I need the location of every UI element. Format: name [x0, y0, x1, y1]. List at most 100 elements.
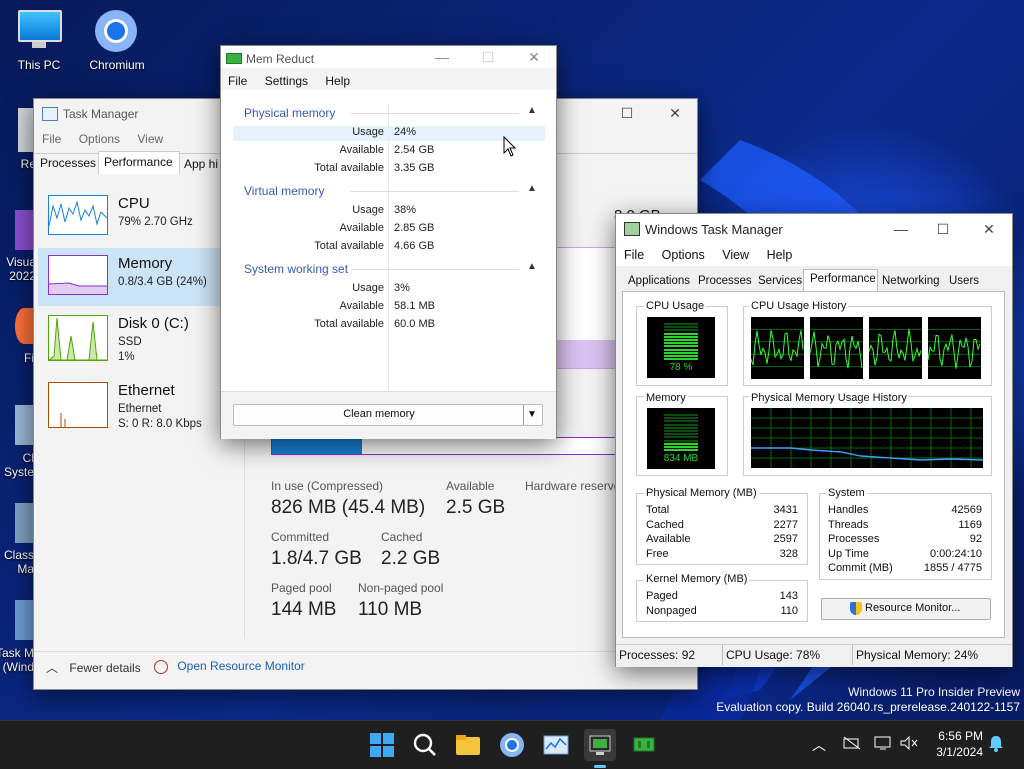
- search-icon[interactable]: [409, 729, 441, 761]
- menu-options[interactable]: Options: [79, 132, 120, 146]
- firefox-icon[interactable]: [15, 308, 33, 344]
- dropdown-arrow-icon[interactable]: ▼: [523, 405, 540, 425]
- meter-led: [664, 326, 698, 329]
- clean-memory-button[interactable]: Clean memory ▼: [233, 404, 543, 426]
- collapse-chevron-icon[interactable]: ▲: [527, 183, 537, 194]
- status-cpu: CPU Usage: 78%: [726, 648, 821, 662]
- meter-led: [664, 442, 698, 445]
- network-disconnected-icon[interactable]: [843, 736, 861, 750]
- minimize-button[interactable]: —: [886, 219, 916, 239]
- classic-system-icon[interactable]: [15, 405, 33, 445]
- collapse-chevron-icon[interactable]: ▲: [527, 261, 537, 272]
- close-button[interactable]: ✕: [660, 103, 690, 123]
- menu-file[interactable]: File: [624, 248, 644, 262]
- stat-value: 2277: [773, 518, 798, 531]
- task-manager-app-icon: [42, 107, 58, 121]
- task-manager-taskbar-icon[interactable]: [540, 729, 572, 761]
- menu-help[interactable]: Help: [767, 248, 793, 262]
- physical-memory-title: Physical Memory (MB): [644, 487, 759, 499]
- tab-app-history[interactable]: App hi: [184, 157, 218, 171]
- mr-row-key: Usage: [352, 204, 384, 216]
- chevron-up-icon: ︿: [46, 661, 59, 675]
- clock[interactable]: 6:56 PM 3/1/2024: [925, 728, 983, 760]
- volume-muted-icon[interactable]: [900, 735, 918, 751]
- paged-pool-label: Paged pool: [271, 581, 332, 595]
- tab-services[interactable]: Services: [754, 272, 806, 290]
- menu-view[interactable]: View: [137, 132, 163, 146]
- start-windows-icon[interactable]: [366, 729, 398, 761]
- meter-led: [664, 420, 698, 423]
- minimize-button[interactable]: —: [427, 47, 457, 67]
- menu-file[interactable]: File: [42, 132, 61, 146]
- mr-row-key: Total available: [314, 318, 384, 330]
- maximize-button[interactable]: ☐: [612, 103, 642, 123]
- notification-bell-icon[interactable]: [988, 735, 1004, 753]
- collapse-chevron-icon[interactable]: ▲: [527, 105, 537, 116]
- stat-label: Paged: [646, 590, 678, 602]
- menu-help[interactable]: Help: [325, 74, 350, 88]
- classic-task-manager-taskbar-icon[interactable]: [584, 729, 616, 768]
- mr-section-title[interactable]: System working set: [244, 262, 348, 276]
- stat-value: 3431: [773, 504, 798, 516]
- recycle-bin-icon[interactable]: [18, 108, 34, 152]
- mr-section-divider: [351, 113, 519, 114]
- show-hidden-icons-chevron-icon[interactable]: ︿: [812, 735, 826, 755]
- stat-value: 110: [780, 604, 798, 617]
- firefox-label: Fi: [24, 351, 34, 365]
- display-icon[interactable]: [874, 736, 892, 750]
- classic-manager-icon[interactable]: [15, 503, 33, 543]
- mr-section-title[interactable]: Virtual memory: [244, 184, 324, 198]
- stat-value: 1169: [958, 518, 982, 531]
- perf-item-cpu[interactable]: CPU 79% 2.70 GHz: [38, 195, 218, 253]
- menu-file[interactable]: File: [228, 74, 247, 88]
- close-button[interactable]: ✕: [974, 219, 1004, 239]
- tab-networking[interactable]: Networking: [878, 272, 944, 290]
- tab-users[interactable]: Users: [945, 272, 983, 290]
- status-physical-memory: Physical Memory: 24%: [856, 648, 979, 662]
- mr-row-value: 4.66 GB: [394, 240, 435, 252]
- meter-led: [664, 358, 698, 361]
- in-use-value: 826 MB (45.4 MB): [271, 497, 426, 518]
- this-pc-icon[interactable]: [18, 10, 62, 48]
- meter-led: [664, 423, 698, 426]
- perf-item-ethernet[interactable]: Ethernet Ethernet S: 0 R: 8.0 Kbps: [38, 382, 218, 440]
- tab-performance[interactable]: Performance: [806, 270, 880, 288]
- mr-section-title[interactable]: Physical memory: [244, 106, 335, 120]
- watermark-line1: Windows 11 Pro Insider Preview: [848, 685, 1020, 699]
- menu-options[interactable]: Options: [662, 248, 705, 262]
- tab-processes[interactable]: Processes: [40, 156, 96, 170]
- mem-reduct-taskbar-icon[interactable]: [628, 729, 660, 761]
- cpu-usage-label: CPU Usage: [644, 300, 707, 312]
- menu-view[interactable]: View: [722, 248, 749, 262]
- open-resource-monitor-link[interactable]: Open Resource Monitor: [154, 659, 305, 674]
- mr-row-value: 3%: [394, 282, 410, 294]
- menu-settings[interactable]: Settings: [265, 74, 308, 88]
- tab-performance[interactable]: Performance: [104, 155, 173, 169]
- stat-value: 1855 / 4775: [923, 562, 982, 574]
- mr-row-value: 60.0 MB: [394, 318, 435, 330]
- mouse-cursor-icon: [503, 136, 517, 157]
- tab-processes[interactable]: Processes: [694, 272, 756, 290]
- open-resource-monitor-label: Open Resource Monitor: [177, 659, 305, 673]
- resource-monitor-button[interactable]: Resource Monitor...: [821, 598, 991, 620]
- file-explorer-icon[interactable]: [452, 729, 484, 761]
- perf-item-disk[interactable]: Disk 0 (C:) SSD 1%: [38, 315, 218, 373]
- maximize-button[interactable]: ☐: [928, 219, 958, 239]
- meter-led: [664, 414, 698, 416]
- fewer-details-link[interactable]: ︿ Fewer details: [46, 659, 141, 676]
- chromium-icon[interactable]: [95, 10, 137, 52]
- task-manager-desktop-icon[interactable]: [15, 600, 33, 640]
- perf-ethernet-sub: Ethernet S: 0 R: 8.0 Kbps: [118, 402, 202, 432]
- cached-label: Cached: [381, 530, 423, 544]
- mem-reduct-title: Mem Reduct: [246, 52, 315, 66]
- available-label: Available: [446, 479, 495, 493]
- classic-tm-menu: File Options View Help: [624, 248, 806, 262]
- close-button[interactable]: ✕: [519, 47, 549, 67]
- classic-tm-app-icon: [624, 222, 640, 236]
- this-pc-label: This PC: [17, 58, 61, 72]
- perf-item-memory[interactable]: Memory 0.8/3.4 GB (24%): [38, 255, 218, 313]
- perf-ethernet-rate: S: 0 R: 8.0 Kbps: [118, 418, 202, 430]
- tab-applications[interactable]: Applications: [624, 272, 694, 290]
- visual-studio-icon[interactable]: [15, 210, 33, 250]
- chromium-taskbar-icon[interactable]: [496, 729, 528, 761]
